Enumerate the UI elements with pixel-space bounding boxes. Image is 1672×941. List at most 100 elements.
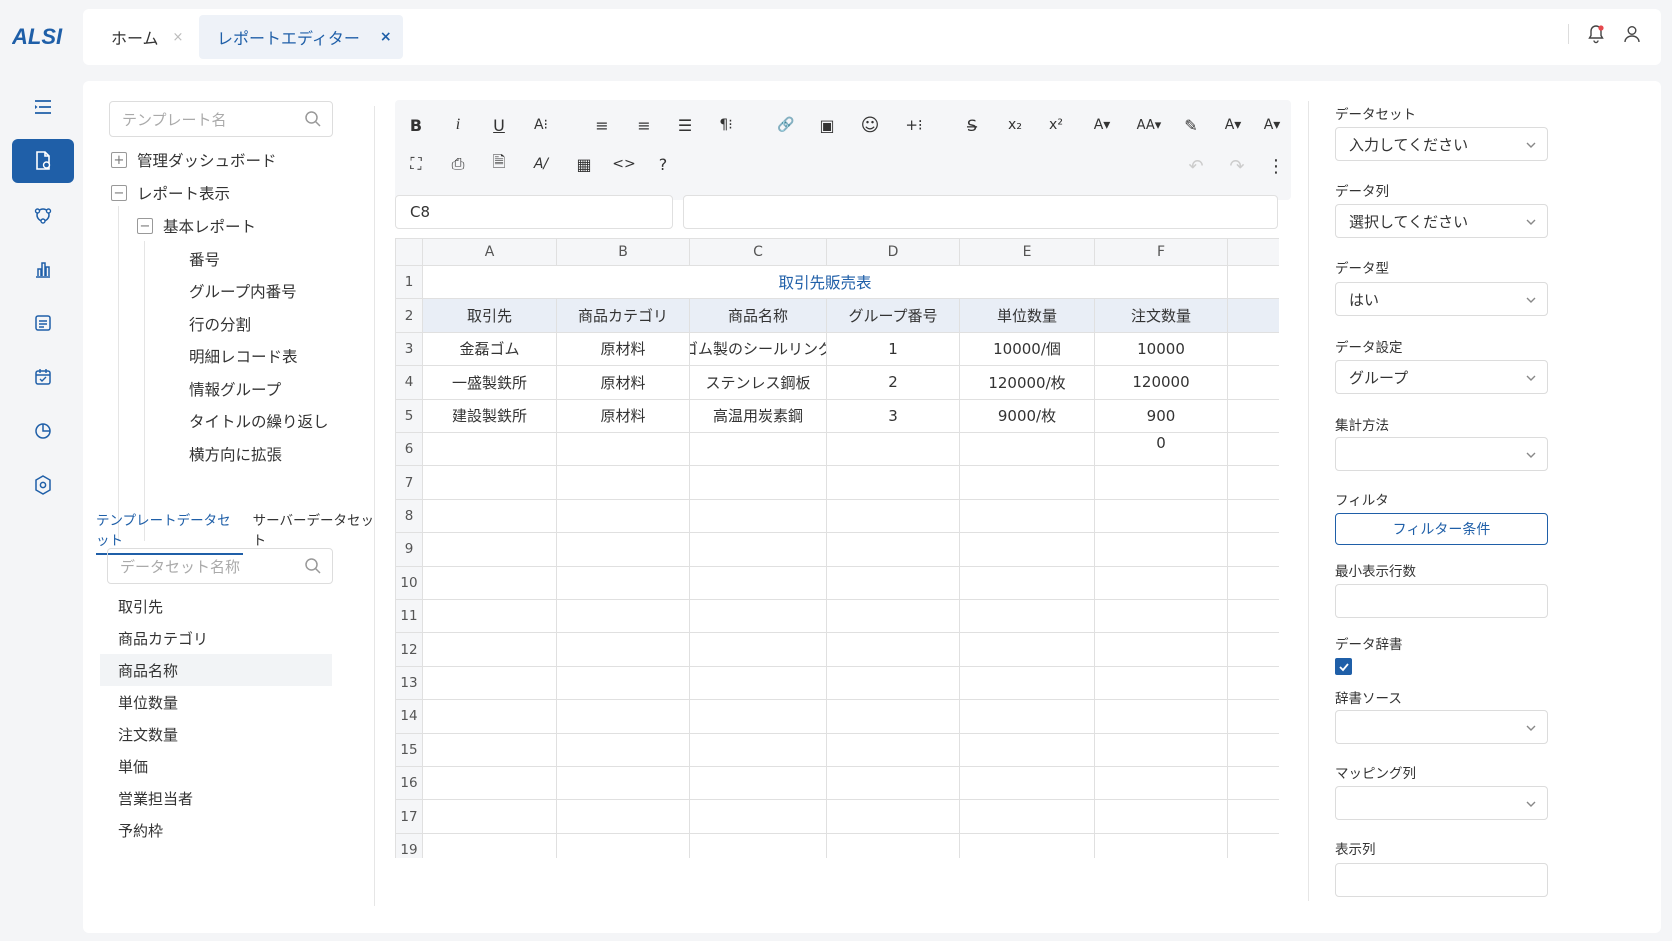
grid-corner[interactable] xyxy=(396,239,423,266)
help-icon[interactable]: ? xyxy=(650,151,676,177)
sheet-cell[interactable] xyxy=(1228,466,1279,500)
bold-icon[interactable]: B xyxy=(403,112,429,138)
row-header[interactable]: 1 xyxy=(396,266,423,300)
sheet-cell[interactable] xyxy=(1095,466,1228,500)
row-header[interactable]: 12 xyxy=(396,633,423,667)
sheet-cell[interactable] xyxy=(1228,767,1279,801)
dataset-field-item-selected[interactable]: 商品名称 xyxy=(100,654,332,686)
data-cell[interactable]: 1 xyxy=(827,332,960,367)
dataset-search-input[interactable]: データセット名称 xyxy=(107,548,333,584)
data-cell[interactable]: 建設製鉄所 xyxy=(423,399,557,433)
sheet-cell[interactable] xyxy=(827,533,960,567)
sheet-cell[interactable] xyxy=(1095,700,1228,734)
sheet-cell[interactable] xyxy=(423,800,557,834)
cell-reference-box[interactable]: C8 xyxy=(395,195,673,229)
sheet-cell[interactable] xyxy=(423,600,557,634)
column-header[interactable]: C xyxy=(690,239,827,266)
undo-icon[interactable]: ↶ xyxy=(1183,153,1209,179)
tab-report-editor[interactable]: レポートエディター × xyxy=(199,15,403,59)
sheet-cell[interactable] xyxy=(690,800,827,834)
sheet-cell[interactable] xyxy=(827,700,960,734)
sheet-cell[interactable] xyxy=(827,566,960,600)
sheet-cell[interactable] xyxy=(690,633,827,667)
sheet-cell[interactable] xyxy=(557,700,690,734)
row-header[interactable]: 14 xyxy=(396,700,423,734)
row-header[interactable]: 2 xyxy=(396,299,423,333)
sheet-cell[interactable] xyxy=(960,733,1095,767)
fill-color-icon[interactable]: A▾ xyxy=(1218,112,1248,138)
data-cell[interactable]: 原材料 xyxy=(557,332,690,367)
search-icon[interactable] xyxy=(304,557,322,575)
dataset-field-item[interactable]: 単位数量 xyxy=(100,686,332,718)
sheet-cell[interactable] xyxy=(960,633,1095,667)
sheet-cell[interactable] xyxy=(960,600,1095,634)
sheet-cell[interactable] xyxy=(960,566,1095,600)
row-header[interactable]: 6 xyxy=(396,433,423,467)
sheet-cell[interactable] xyxy=(1228,400,1279,433)
spellcheck-icon[interactable]: A/ xyxy=(528,151,554,177)
data-cell[interactable]: ゴム製のシールリング xyxy=(690,332,827,367)
sheet-cell[interactable] xyxy=(1228,734,1279,767)
mapping-column-select[interactable] xyxy=(1335,786,1548,820)
column-header[interactable]: F xyxy=(1095,239,1228,266)
sheet-cell[interactable] xyxy=(1228,333,1279,367)
min-rows-input[interactable] xyxy=(1335,584,1548,618)
rail-network-button[interactable] xyxy=(12,193,74,237)
superscript-icon[interactable]: x² xyxy=(1043,112,1069,138)
redo-icon[interactable]: ↷ xyxy=(1224,153,1250,179)
display-column-select[interactable] xyxy=(1335,863,1548,897)
sheet-cell[interactable] xyxy=(423,767,557,801)
sheet-cell[interactable] xyxy=(423,633,557,667)
sheet-cell[interactable] xyxy=(827,633,960,667)
column-header-cell[interactable] xyxy=(1228,299,1279,333)
sheet-cell[interactable] xyxy=(423,499,557,534)
sheet-cell[interactable] xyxy=(960,767,1095,801)
data-cell[interactable]: 120000/枚 xyxy=(960,366,1095,400)
column-header-cell[interactable]: 取引先 xyxy=(423,299,557,333)
sheet-cell[interactable] xyxy=(1095,733,1228,767)
sheet-cell[interactable] xyxy=(557,499,690,534)
sheet-cell[interactable] xyxy=(423,433,557,467)
data-cell[interactable]: 900 xyxy=(1095,399,1228,433)
align-center-icon[interactable]: ≡ xyxy=(631,112,657,138)
subscript-icon[interactable]: x₂ xyxy=(1002,112,1028,138)
row-header[interactable]: 8 xyxy=(396,499,423,534)
sheet-cell[interactable] xyxy=(827,733,960,767)
sheet-cell[interactable] xyxy=(557,566,690,600)
sheet-cell[interactable] xyxy=(1228,500,1279,534)
sheet-cell[interactable] xyxy=(1228,433,1279,467)
more-icon[interactable]: ⋮ xyxy=(1263,153,1289,179)
tree-leaf[interactable]: 横方向に拡張 xyxy=(189,443,282,465)
dataset-field-item[interactable]: 商品カテゴリ xyxy=(100,622,332,654)
tree-node-report-view[interactable]: − レポート表示 xyxy=(111,182,230,204)
dataset-field-item[interactable]: 予約枠 xyxy=(100,814,332,846)
sheet-cell[interactable] xyxy=(690,666,827,701)
data-cell[interactable]: 金磊ゴム xyxy=(423,332,557,367)
list-icon[interactable]: ☰ xyxy=(672,112,698,138)
row-header[interactable]: 16 xyxy=(396,767,423,801)
column-header-cell[interactable]: グループ番号 xyxy=(827,299,960,333)
tree-leaf[interactable]: 明細レコード表 xyxy=(189,345,298,367)
template-search-input[interactable]: テンプレート名 xyxy=(109,101,333,137)
filter-condition-button[interactable]: フィルター条件 xyxy=(1335,513,1548,545)
column-header[interactable]: D xyxy=(827,239,960,266)
row-header[interactable]: 10 xyxy=(396,566,423,600)
emoji-icon[interactable]: ☺ xyxy=(857,112,883,138)
sheet-cell[interactable] xyxy=(1228,266,1279,300)
row-header[interactable]: 5 xyxy=(396,399,423,433)
sheet-cell[interactable] xyxy=(1228,366,1279,400)
data-column-select[interactable]: 選択してください xyxy=(1335,204,1548,238)
tree-leaf[interactable]: タイトルの繰り返し xyxy=(189,410,329,432)
sheet-cell[interactable] xyxy=(960,433,1095,467)
sheet-cell[interactable] xyxy=(827,767,960,801)
row-header[interactable]: 15 xyxy=(396,733,423,767)
align-left-icon[interactable]: ≡ xyxy=(589,112,615,138)
highlight-pen-icon[interactable]: ✎ xyxy=(1178,112,1204,138)
sheet-cell[interactable] xyxy=(960,466,1095,500)
data-setting-select[interactable]: グループ xyxy=(1335,360,1548,394)
sheet-cell[interactable] xyxy=(423,833,557,858)
row-header[interactable]: 9 xyxy=(396,533,423,567)
image-icon[interactable]: ▣ xyxy=(814,112,840,138)
sheet-cell[interactable] xyxy=(423,733,557,767)
sheet-cell[interactable] xyxy=(960,499,1095,534)
